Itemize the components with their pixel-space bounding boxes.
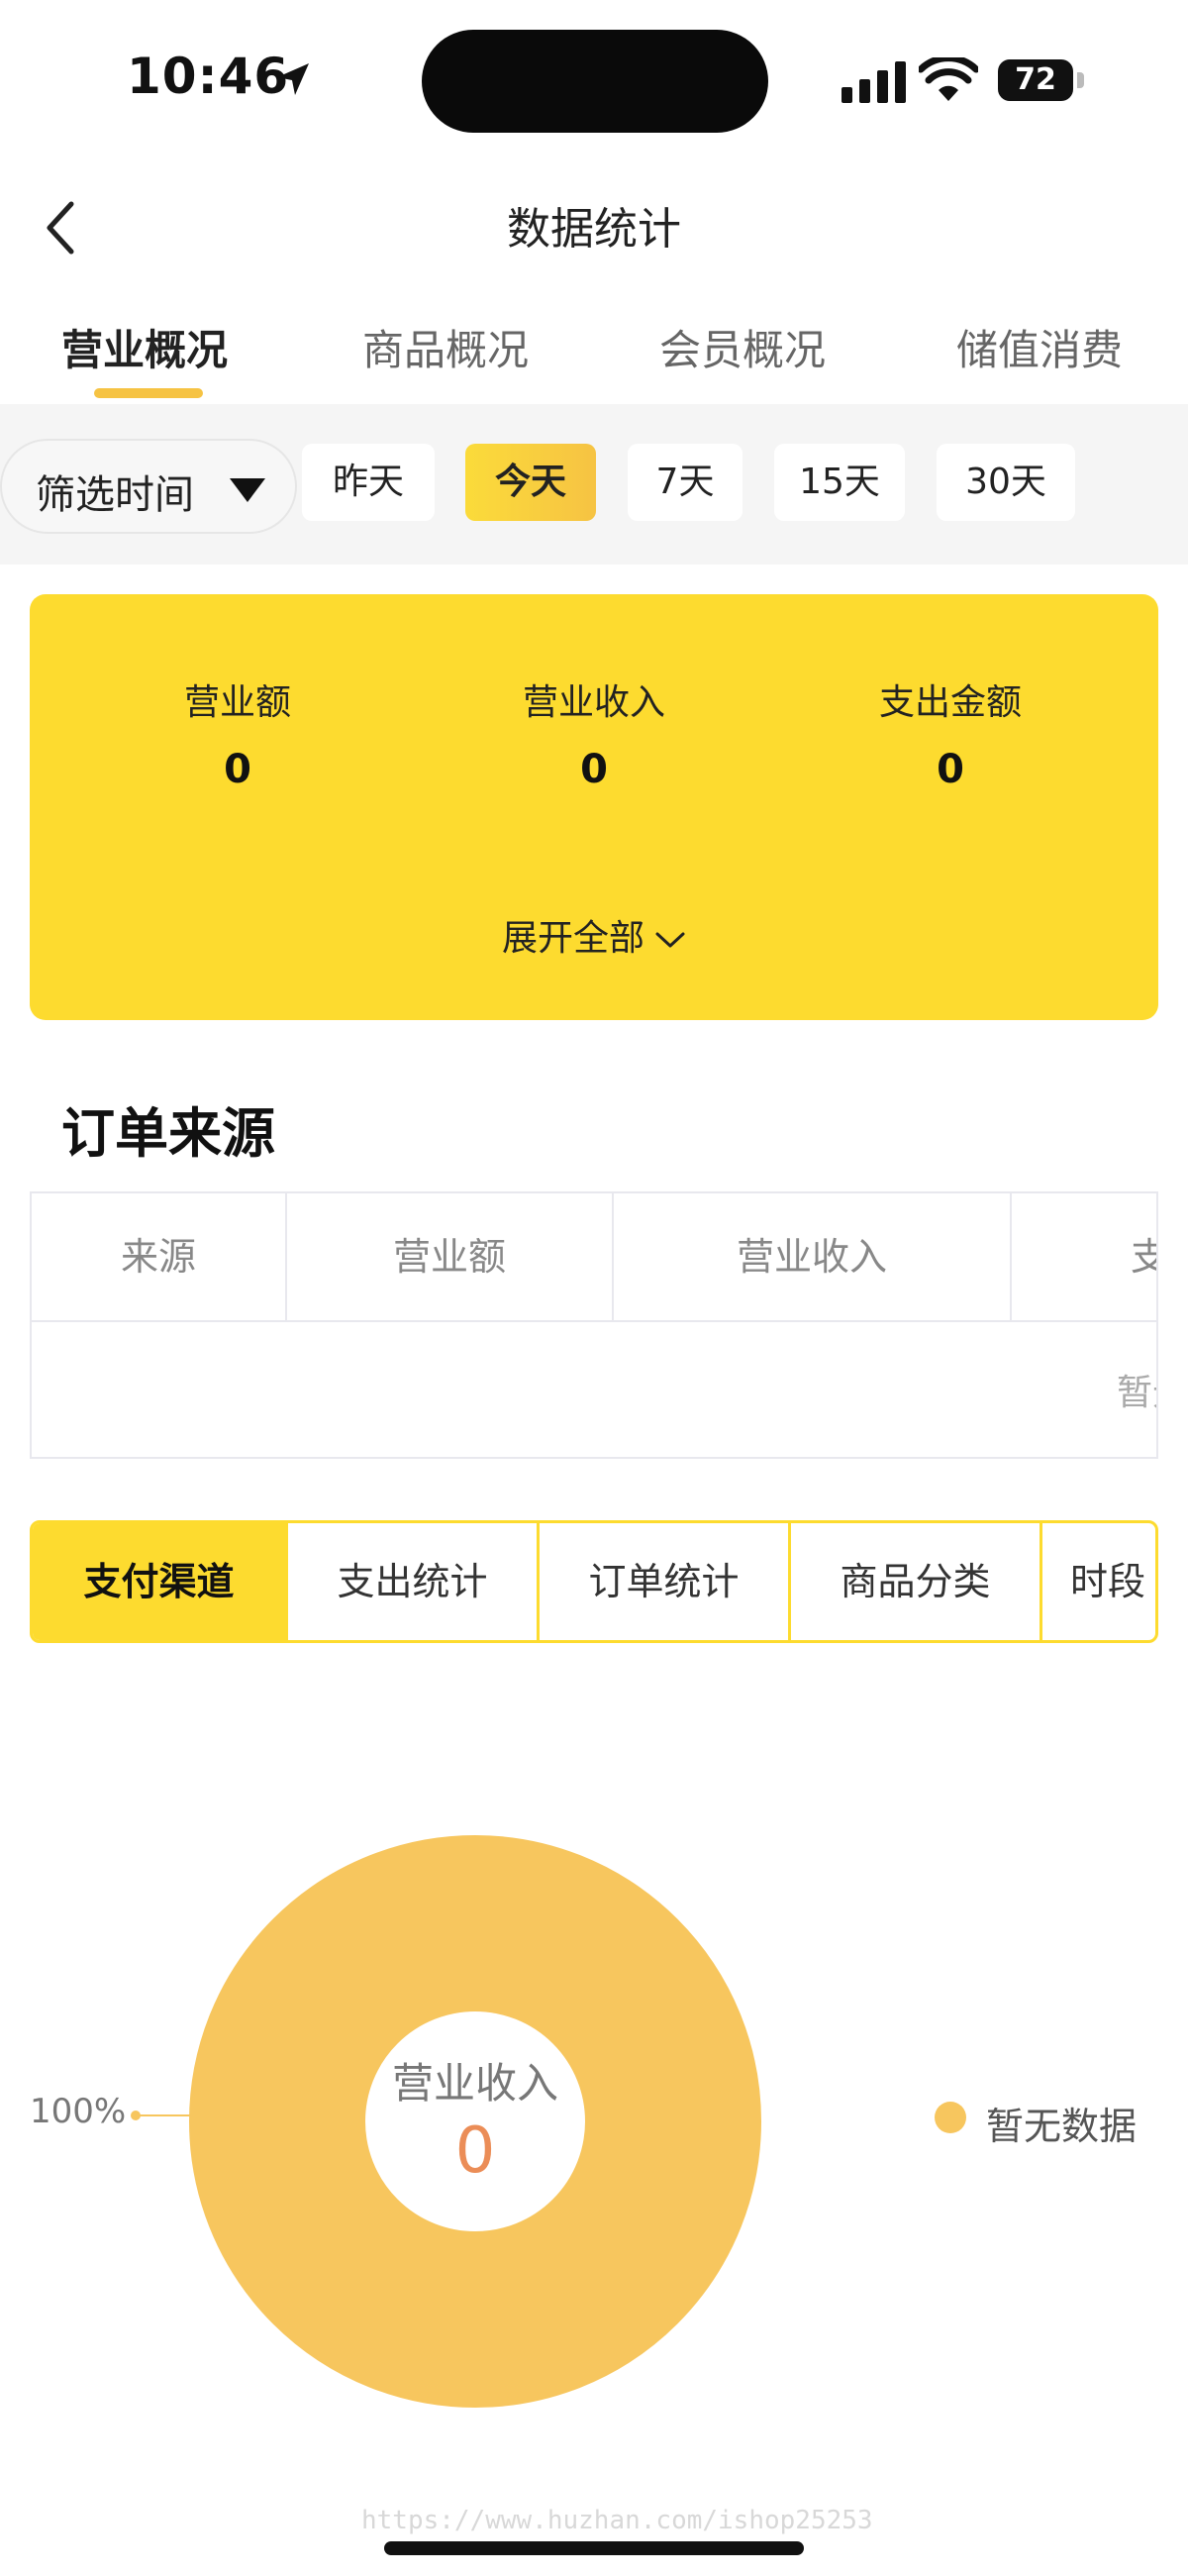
battery-icon: 72 [998, 59, 1085, 101]
legend-label[interactable]: 暂无数据 [986, 2096, 1137, 2150]
table-empty-text: 暂无数据 [1117, 1373, 1156, 1413]
tab-expense-stats[interactable]: 支出统计 [288, 1523, 540, 1640]
donut-center-label: 营业收入 [391, 2059, 558, 2108]
filter-time-dropdown[interactable]: 筛选时间 [0, 439, 297, 534]
summary-card: 营业额 0 营业收入 0 支出金额 0 展开全部 [30, 594, 1158, 1020]
tab-order-stats[interactable]: 订单统计 [540, 1523, 791, 1640]
tab-business-overview[interactable]: 营业概况 [61, 317, 228, 377]
tab-time-period[interactable]: 时段 [1042, 1523, 1155, 1640]
order-source-title: 订单来源 [61, 1102, 275, 1165]
watermark-text: https://www.huzhan.com/ishop25253 [361, 2506, 873, 2535]
expand-all-label: 展开全部 [501, 918, 644, 959]
tab-stored-value[interactable]: 储值消费 [956, 317, 1123, 377]
stats-category-tabs: 支付渠道 支出统计 订单统计 商品分类 时段 [30, 1520, 1158, 1643]
column-header-source: 来源 [32, 1193, 287, 1320]
caret-down-icon [230, 478, 265, 502]
column-header-income: 营业收入 [614, 1193, 1012, 1320]
home-indicator[interactable] [384, 2541, 804, 2555]
metric-value: 0 [224, 747, 251, 792]
slice-leader-dot [131, 2111, 141, 2120]
filter-chip-15days[interactable]: 15天 [774, 444, 905, 521]
filter-chip-today[interactable]: 今天 [465, 444, 596, 521]
slice-percent-label: 100% [30, 2092, 127, 2131]
filter-chip-30days[interactable]: 30天 [937, 444, 1075, 521]
slice-leader-line [135, 2114, 194, 2116]
main-tabs: 营业概况 商品概况 会员概况 储值消费 [0, 307, 1188, 406]
metric-value: 0 [937, 747, 964, 792]
page-title: 数据统计 [507, 204, 681, 255]
metric-label: 支出金额 [878, 682, 1022, 723]
nav-bar: 数据统计 [0, 158, 1188, 287]
dynamic-island [422, 30, 768, 133]
filter-chip-yesterday[interactable]: 昨天 [302, 444, 435, 521]
screen: 10:46 72 数据统计 营业概况 商品概况 会员概况 储值消费 筛选时间 昨… [0, 0, 1188, 2576]
metric-income: 营业收入 0 [446, 673, 742, 792]
metric-expense: 支出金额 0 [802, 673, 1099, 792]
chevron-down-icon [655, 932, 685, 948]
metric-label: 营业收入 [522, 682, 665, 723]
legend-swatch [935, 2102, 966, 2133]
expand-all-button[interactable]: 展开全部 [30, 909, 1158, 961]
table-header-row: 来源 营业额 营业收入 支 [32, 1193, 1156, 1322]
cellular-signal-icon [842, 61, 906, 103]
metric-label: 营业额 [183, 682, 291, 723]
status-time: 10:46 [127, 48, 290, 105]
column-header-revenue: 营业额 [287, 1193, 614, 1320]
filter-time-label: 筛选时间 [36, 472, 194, 518]
tab-member-overview[interactable]: 会员概况 [659, 317, 826, 377]
tab-active-indicator [94, 388, 203, 398]
battery-level: 72 [1015, 62, 1056, 97]
tab-payment-channel[interactable]: 支付渠道 [33, 1523, 288, 1640]
tab-product-category[interactable]: 商品分类 [791, 1523, 1042, 1640]
tab-product-overview[interactable]: 商品概况 [362, 317, 529, 377]
status-bar: 10:46 72 [0, 0, 1188, 149]
filter-chip-7days[interactable]: 7天 [628, 444, 742, 521]
time-filter-bar: 筛选时间 昨天 今天 7天 15天 30天 [0, 404, 1188, 565]
donut-center-value: 0 [454, 2114, 496, 2188]
order-source-table[interactable]: 来源 营业额 营业收入 支 暂无数据 [30, 1191, 1158, 1459]
wifi-icon [919, 57, 978, 101]
column-header-expense: 支 [1012, 1193, 1156, 1320]
metric-value: 0 [580, 747, 608, 792]
location-arrow-icon [277, 63, 309, 95]
metric-revenue: 营业额 0 [89, 673, 386, 792]
battery-tip [1077, 72, 1084, 88]
